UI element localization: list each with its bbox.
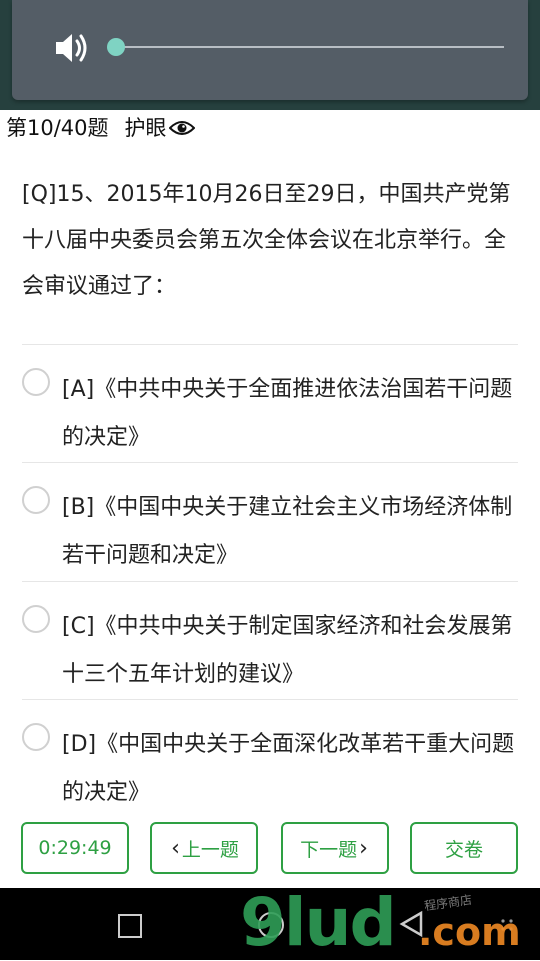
timer-button[interactable]: 0:29:49 [21, 822, 129, 874]
submit-exam-label: 交卷 [444, 838, 483, 861]
timer-text: 0:29:49 [38, 837, 112, 859]
option-b-radio[interactable] [22, 486, 50, 514]
option-b[interactable]: [B]《中国中央关于建立社会主义市场经济体制若干问题和决定》 [22, 462, 518, 580]
next-question-label: 下一题 [300, 838, 358, 861]
watermark-com: .com [418, 910, 521, 954]
option-b-label: [B]《中国中央关于建立社会主义市场经济体制若干问题和决定》 [62, 495, 513, 568]
eye-mode-toggle[interactable]: 护眼 [125, 116, 195, 140]
option-d[interactable]: [D]《中国中央关于全面深化改革若干重大问题的决定》 [22, 699, 518, 817]
audio-progress-thumb[interactable] [107, 38, 125, 56]
option-a-radio[interactable] [22, 368, 50, 396]
speaker-icon[interactable] [52, 28, 92, 68]
option-a-label: [A]《中共中央关于全面推进依法治国若干问题的决定》 [62, 377, 513, 450]
question-progress-line: 第10/40题 护眼 [6, 114, 195, 142]
recents-icon[interactable] [118, 914, 142, 938]
option-c[interactable]: [C]《中共中央关于制定国家经济和社会发展第十三个五年计划的建议》 [22, 581, 518, 699]
audio-player [12, 0, 528, 100]
prev-question-label: 上一题 [181, 838, 239, 861]
watermark-text: 9lud [240, 884, 397, 961]
option-c-radio[interactable] [22, 605, 50, 633]
prev-question-button[interactable]: ‹ 上一题 [150, 822, 258, 874]
question-counter: 第10/40题 [6, 116, 109, 140]
chevron-right-icon: › [359, 835, 368, 861]
eye-icon [168, 121, 195, 135]
watermark-logo: 9lud 程序商店 .com [240, 884, 540, 961]
submit-exam-button[interactable]: 交卷 [410, 822, 518, 874]
next-question-button[interactable]: 下一题 › [281, 822, 389, 874]
option-a[interactable]: [A]《中共中央关于全面推进依法治国若干问题的决定》 [22, 344, 518, 462]
option-c-label: [C]《中共中央关于制定国家经济和社会发展第十三个五年计划的建议》 [62, 614, 513, 687]
chevron-left-icon: ‹ [171, 835, 180, 861]
option-d-radio[interactable] [22, 723, 50, 751]
audio-progress-slider[interactable] [107, 38, 504, 56]
eye-mode-label: 护眼 [124, 116, 167, 140]
option-d-label: [D]《中国中央关于全面深化改革若干重大问题的决定》 [62, 732, 515, 805]
question-text: [Q]15、2015年10月26日至29日，中国共产党第十八届中央委员会第五次全… [22, 182, 511, 299]
